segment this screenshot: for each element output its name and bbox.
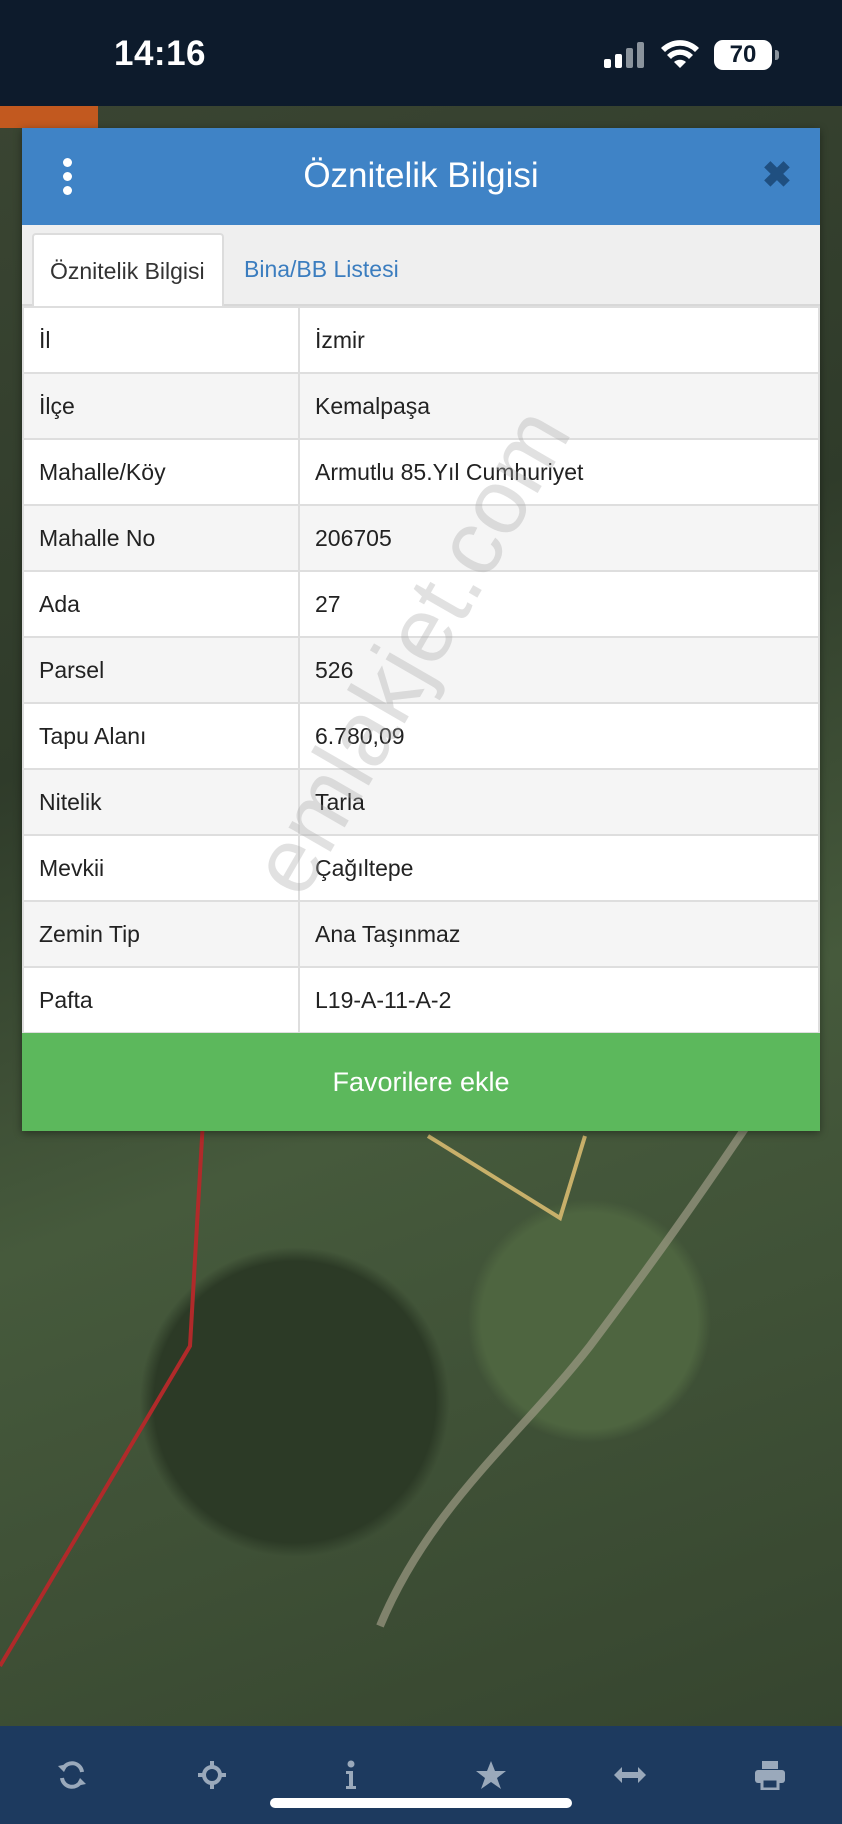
attribute-key: İl	[22, 306, 300, 374]
star-icon[interactable]	[471, 1726, 511, 1824]
measure-icon[interactable]	[610, 1726, 650, 1824]
table-row: Parsel 526	[22, 636, 820, 704]
bottom-toolbar	[0, 1726, 842, 1824]
attribute-value: 526	[298, 636, 820, 704]
attribute-key: Mahalle/Köy	[22, 438, 300, 506]
attribute-table: İl İzmir İlçe Kemalpaşa Mahalle/Köy Armutlu…	[22, 306, 820, 1034]
table-row: Nitelik Tarla	[22, 768, 820, 836]
signal-icon	[604, 42, 644, 68]
dialog-title: Öznitelik Bilgisi	[303, 156, 539, 195]
table-row: Zemin Tip Ana Taşınmaz	[22, 900, 820, 968]
attribute-key: Nitelik	[22, 768, 300, 836]
attribute-info-dialog: Öznitelik Bilgisi ✖ Öznitelik Bilgisi Bi…	[22, 128, 820, 1131]
table-row: Mevkii Çağıltepe	[22, 834, 820, 902]
parcel-boundary-yellow	[426, 1134, 587, 1222]
tab-attribute-info[interactable]: Öznitelik Bilgisi	[32, 233, 224, 308]
battery-level: 70	[729, 41, 757, 68]
attribute-value: 206705	[298, 504, 820, 572]
dialog-header: Öznitelik Bilgisi ✖	[22, 128, 820, 225]
attribute-value: Çağıltepe	[298, 834, 820, 902]
attribute-value: 27	[298, 570, 820, 638]
table-row: İlçe Kemalpaşa	[22, 372, 820, 440]
status-time: 14:16	[114, 34, 207, 73]
home-indicator[interactable]	[270, 1798, 572, 1808]
attribute-key: Parsel	[22, 636, 300, 704]
attribute-value: Kemalpaşa	[298, 372, 820, 440]
attribute-key: Ada	[22, 570, 300, 638]
tab-building-list[interactable]: Bina/BB Listesi	[228, 233, 415, 308]
attribute-value: 6.780,09	[298, 702, 820, 770]
parcel-boundary-red	[0, 1085, 207, 1668]
attribute-value: L19-A-11-A-2	[298, 966, 820, 1034]
wifi-icon	[661, 40, 699, 68]
attribute-value: İzmir	[298, 306, 820, 374]
table-row: Mahalle No 206705	[22, 504, 820, 572]
table-row: Tapu Alanı 6.780,09	[22, 702, 820, 770]
status-icons: 70	[604, 40, 779, 70]
attribute-key: Tapu Alanı	[22, 702, 300, 770]
attribute-key: Pafta	[22, 966, 300, 1034]
table-row: Pafta L19-A-11-A-2	[22, 966, 820, 1034]
close-icon[interactable]: ✖	[760, 157, 794, 193]
battery-icon: 70	[714, 40, 779, 70]
attribute-value: Armutlu 85.Yıl Cumhuriyet	[298, 438, 820, 506]
table-row: Mahalle/Köy Armutlu 85.Yıl Cumhuriyet	[22, 438, 820, 506]
attribute-value: Ana Taşınmaz	[298, 900, 820, 968]
attribute-key: Zemin Tip	[22, 900, 300, 968]
add-to-favorites-button[interactable]: Favorilere ekle	[22, 1033, 820, 1131]
table-row: İl İzmir	[22, 306, 820, 374]
attribute-value: Tarla	[298, 768, 820, 836]
locate-icon[interactable]	[192, 1726, 232, 1824]
refresh-icon[interactable]	[52, 1726, 92, 1824]
dialog-tabs: Öznitelik Bilgisi Bina/BB Listesi	[22, 225, 820, 308]
table-row: Ada 27	[22, 570, 820, 638]
attribute-key: İlçe	[22, 372, 300, 440]
attribute-key: Mahalle No	[22, 504, 300, 572]
print-icon[interactable]	[750, 1726, 790, 1824]
attribute-key: Mevkii	[22, 834, 300, 902]
status-bar: 14:16 70	[0, 0, 842, 106]
info-icon[interactable]	[331, 1726, 371, 1824]
